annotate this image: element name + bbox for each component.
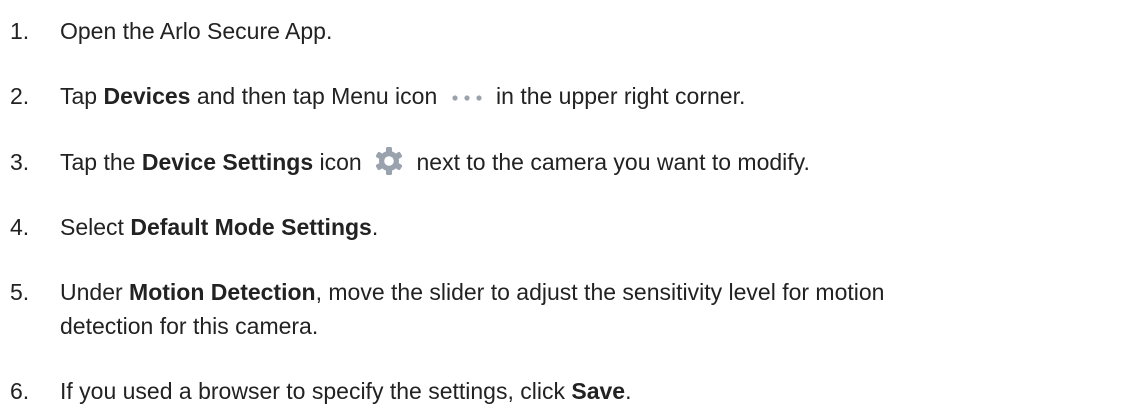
step-text-mid: and then tap Menu icon bbox=[190, 83, 438, 109]
step-text-pre: Select bbox=[60, 214, 131, 240]
step-text: Open the Arlo Secure App. bbox=[60, 18, 333, 44]
step-text-line2: detection for this camera. bbox=[60, 313, 319, 339]
step-number: 2. bbox=[10, 83, 30, 109]
step-text-post: in the upper right corner. bbox=[496, 83, 746, 109]
step-number: 3. bbox=[10, 149, 30, 175]
step-text-pre: Tap bbox=[60, 83, 104, 109]
motion-detection-label: Motion Detection bbox=[129, 279, 316, 305]
gear-icon bbox=[376, 147, 403, 175]
step-text-pre: Under bbox=[60, 279, 130, 305]
step-5: 5. Under Motion Detection, move the slide… bbox=[10, 275, 1124, 343]
step-number: 1. bbox=[10, 18, 30, 44]
device-settings-label: Device Settings bbox=[141, 149, 314, 175]
step-number: 5. bbox=[10, 279, 30, 305]
save-label: Save bbox=[571, 378, 626, 404]
instruction-steps: 1. Open the Arlo Secure App. 2. Tap Device… bbox=[0, 0, 1136, 415]
step-text-pre: If you used a browser to specify the set… bbox=[60, 378, 572, 404]
step-text-post: next to the camera you want to modify. bbox=[416, 149, 810, 175]
step-6: 6. If you used a browser to specify the s… bbox=[10, 374, 1124, 408]
step-4: 4. Select Default Mode Settings. bbox=[10, 210, 1124, 244]
step-text-pre: Tap the bbox=[60, 149, 142, 175]
step-number: 6. bbox=[10, 378, 30, 404]
step-text-post: . bbox=[371, 214, 379, 240]
default-mode-settings-label: Default Mode Settings bbox=[130, 214, 372, 240]
step-text-post: , move the slider to adjust the sensitiv… bbox=[315, 279, 885, 305]
step-text-mid: icon bbox=[313, 149, 362, 175]
devices-label: Devices bbox=[103, 83, 191, 109]
step-1: 1. Open the Arlo Secure App. bbox=[10, 14, 1124, 48]
step-text-post: . bbox=[625, 378, 632, 404]
step-number: 4. bbox=[10, 214, 30, 240]
step-3: 3. Tap the Device Settings icon next to t… bbox=[10, 145, 1124, 179]
step-2: 2. Tap Devices and then tap Menu icon in … bbox=[10, 79, 1124, 113]
more-dots-icon bbox=[452, 95, 482, 101]
